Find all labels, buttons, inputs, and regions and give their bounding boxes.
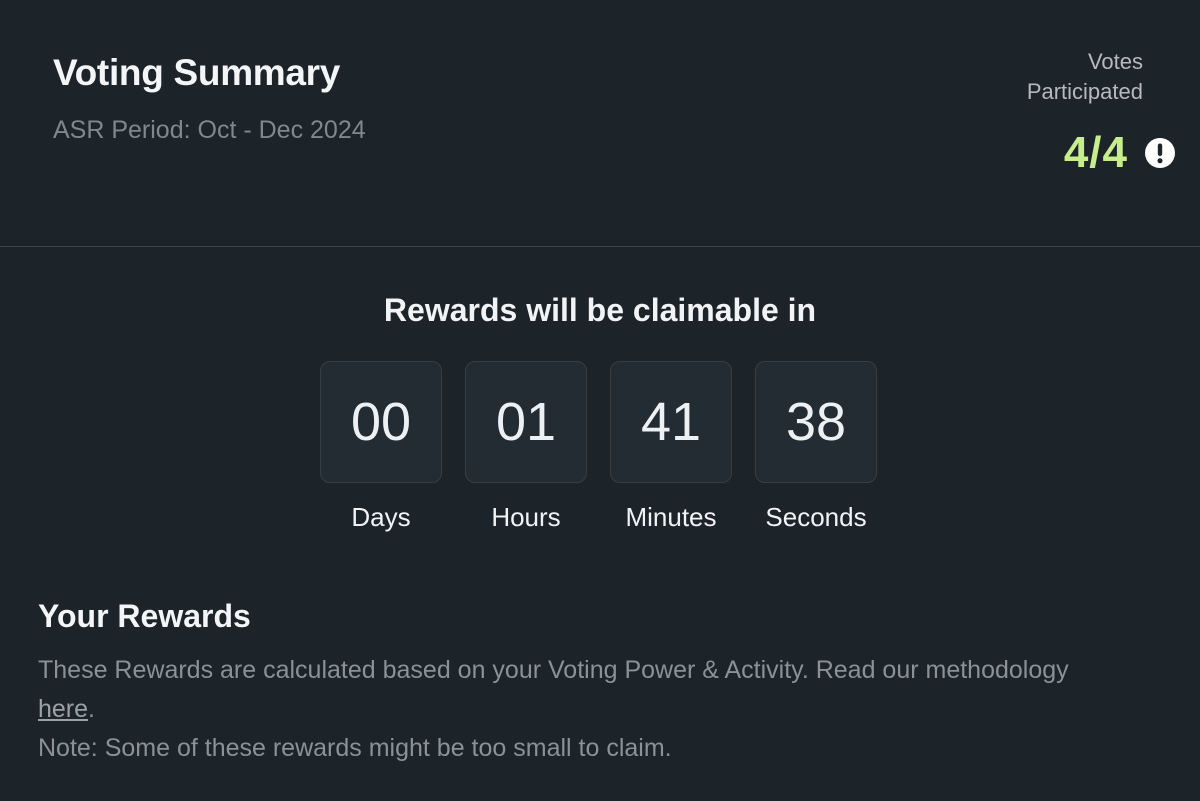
countdown-hours-value: 01	[465, 361, 587, 483]
countdown-seconds-value: 38	[755, 361, 877, 483]
methodology-link[interactable]: here	[38, 695, 88, 723]
countdown-hours: 01 Hours	[465, 361, 587, 533]
rewards-description-end: .	[88, 695, 95, 723]
countdown-timer: 00 Days 01 Hours 41 Minutes 38 Seconds	[320, 361, 877, 533]
voting-summary-page: Voting Summary ASR Period: Oct - Dec 202…	[0, 0, 1200, 801]
countdown-days-label: Days	[351, 502, 411, 532]
rewards-description: These Rewards are calculated based on yo…	[38, 651, 1118, 729]
votes-participated-value-row: 4/4	[1064, 128, 1176, 178]
your-rewards-title: Your Rewards	[38, 598, 251, 634]
countdown-days: 00 Days	[320, 361, 442, 533]
votes-participated-label: Votes Participated	[943, 47, 1143, 107]
countdown-seconds: 38 Seconds	[755, 361, 877, 533]
votes-label-line2: Participated	[1026, 79, 1143, 104]
countdown-minutes-label: Minutes	[625, 502, 717, 532]
votes-label-line1: Votes	[1087, 49, 1143, 74]
voting-summary-header: Voting Summary ASR Period: Oct - Dec 202…	[0, 0, 1200, 247]
countdown-minutes: 41 Minutes	[610, 361, 732, 533]
countdown-days-value: 00	[320, 361, 442, 483]
countdown-heading: Rewards will be claimable in	[383, 292, 817, 328]
rewards-description-text: These Rewards are calculated based on yo…	[38, 656, 1069, 684]
page-title: Voting Summary	[53, 52, 341, 93]
votes-participated-value: 4/4	[1063, 128, 1128, 177]
countdown-hours-label: Hours	[491, 502, 561, 532]
asr-period: ASR Period: Oct - Dec 2024	[53, 116, 366, 144]
rewards-note: Note: Some of these rewards might be too…	[38, 734, 672, 762]
countdown-minutes-value: 41	[610, 361, 732, 483]
exclamation-circle-icon[interactable]	[1144, 137, 1176, 169]
countdown-seconds-label: Seconds	[765, 502, 867, 532]
